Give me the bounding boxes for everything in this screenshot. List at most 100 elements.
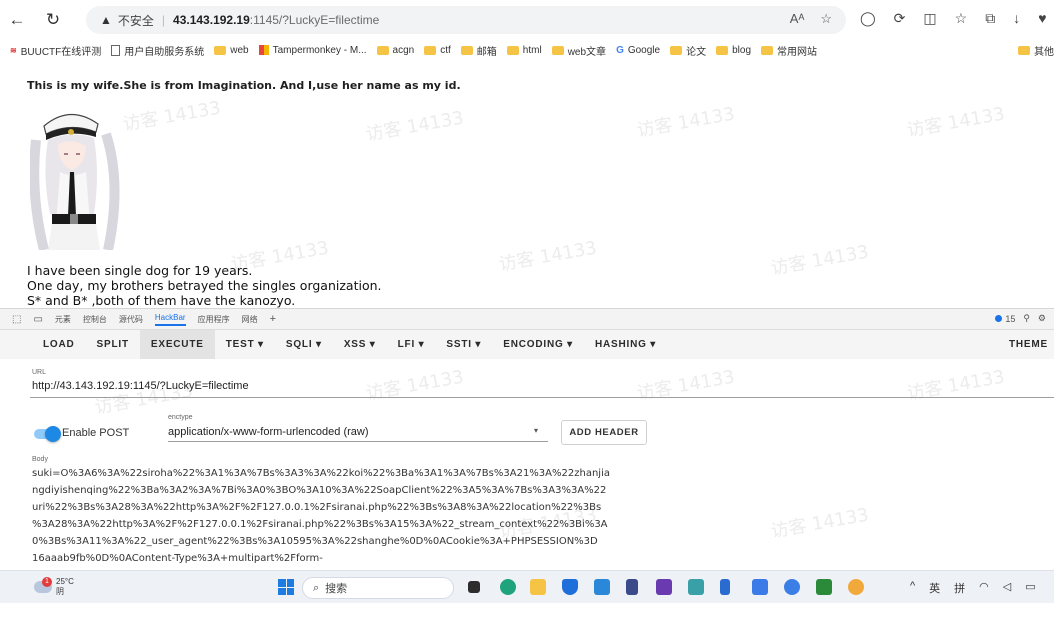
collections-icon[interactable]: ⧉ bbox=[985, 10, 995, 27]
hackbar-split-button[interactable]: SPLIT bbox=[86, 330, 140, 359]
devtools-tab-network[interactable]: 网络 bbox=[242, 314, 258, 325]
taskview-icon[interactable] bbox=[468, 581, 480, 593]
post-body-textarea[interactable]: suki=O%3A6%3A%22siroha%22%3A1%3A%7Bs%3A3… bbox=[32, 465, 610, 567]
bookmark-item[interactable]: blog bbox=[716, 45, 751, 56]
hackbar-panel: 访客 14133 访客 14133 访客 14133 访客 14133 访客 1… bbox=[0, 359, 1054, 570]
settings-icon[interactable]: ⚙ bbox=[1038, 313, 1046, 324]
file-explorer-icon[interactable] bbox=[530, 579, 546, 595]
ime-mode[interactable]: 拼 bbox=[954, 580, 965, 596]
devtools-tab-hackbar[interactable]: HackBar bbox=[154, 313, 186, 326]
watermark: 访客 14133 bbox=[635, 103, 737, 142]
enable-post-toggle[interactable] bbox=[34, 426, 61, 442]
app-icon[interactable] bbox=[784, 579, 800, 595]
hackbar-xss-menu[interactable]: XSS ▾ bbox=[333, 330, 387, 359]
enable-post-label[interactable]: Enable POST bbox=[62, 427, 129, 439]
bookmark-item[interactable]: ≋ BUUCTF在线评测 bbox=[10, 43, 101, 58]
favorites-icon[interactable]: ☆ bbox=[955, 10, 968, 27]
devtools-tab-elements[interactable]: 元素 bbox=[55, 314, 71, 325]
wifi-icon[interactable]: ◠ bbox=[979, 580, 989, 596]
volume-icon[interactable]: ◁ bbox=[1003, 580, 1011, 596]
hackbar-ssti-menu[interactable]: SSTI ▾ bbox=[435, 330, 492, 359]
bookmark-item[interactable]: Tampermonkey - M... bbox=[258, 45, 367, 56]
url-field-label: URL bbox=[32, 369, 47, 376]
folder-icon bbox=[761, 45, 773, 55]
tray-overflow-icon[interactable]: ^ bbox=[910, 580, 915, 596]
bookmark-label: 用户自助服务系统 bbox=[124, 46, 205, 58]
weather-desc: 阴 bbox=[56, 587, 64, 596]
watermark: 访客 14133 bbox=[905, 366, 1007, 405]
customize-icon[interactable]: ⚲ bbox=[1023, 313, 1030, 324]
google-icon: G bbox=[616, 44, 624, 56]
device-icon[interactable]: ▭ bbox=[33, 314, 42, 325]
weather-widget[interactable]: 25°C 阴 bbox=[56, 577, 74, 597]
add-header-button[interactable]: ADD HEADER bbox=[561, 420, 647, 445]
bottom-margin bbox=[0, 603, 1054, 633]
enctype-underline bbox=[168, 441, 548, 442]
app-icon[interactable] bbox=[720, 579, 730, 595]
app-icon[interactable] bbox=[688, 579, 704, 595]
insecure-label[interactable]: 不安全 bbox=[118, 12, 154, 29]
star-icon[interactable]: ☆ bbox=[820, 11, 832, 27]
hackbar-encoding-menu[interactable]: ENCODING ▾ bbox=[492, 330, 584, 359]
extension-icon[interactable]: ◯ bbox=[860, 10, 876, 27]
app-icon[interactable] bbox=[626, 579, 638, 595]
refresh-icon[interactable]: ↻ bbox=[42, 9, 64, 31]
devtools-tab-application[interactable]: 应用程序 bbox=[198, 314, 230, 325]
edge-icon[interactable] bbox=[500, 579, 516, 595]
split-icon[interactable]: ⟳ bbox=[894, 10, 906, 27]
issues-badge[interactable]: 15 bbox=[995, 314, 1015, 324]
bookmark-item[interactable]: acgn bbox=[376, 44, 415, 56]
hackbar-lfi-menu[interactable]: LFI ▾ bbox=[387, 330, 436, 359]
watermark: 访客 14133 bbox=[364, 107, 466, 146]
url-path[interactable]: :1145/?LuckyE=filectime bbox=[250, 13, 380, 27]
bookmark-item[interactable]: web bbox=[214, 45, 249, 56]
battery-icon[interactable]: ▭ bbox=[1025, 580, 1035, 596]
split-screen-icon[interactable]: ◫ bbox=[923, 10, 936, 27]
profile-icon[interactable]: ♥ bbox=[1038, 10, 1046, 27]
app-icon[interactable] bbox=[594, 579, 610, 595]
devtools-right-controls: 15 ⚲ ⚙ bbox=[995, 313, 1046, 324]
enctype-select[interactable]: application/x-www-form-urlencoded (raw) bbox=[168, 426, 369, 438]
add-tab-button[interactable]: + bbox=[270, 313, 276, 325]
taskbar-search-label: 搜索 bbox=[325, 583, 348, 595]
folder-icon bbox=[424, 45, 437, 55]
hackbar-hashing-menu[interactable]: HASHING ▾ bbox=[584, 330, 667, 359]
notepad-icon[interactable] bbox=[752, 579, 768, 595]
app-icon[interactable] bbox=[816, 579, 832, 595]
windows-start-icon[interactable] bbox=[278, 579, 294, 595]
dropdown-arrow-icon[interactable]: ▾ bbox=[534, 426, 538, 435]
bookmark-item[interactable]: 邮箱 bbox=[460, 43, 497, 58]
hackbar-test-menu[interactable]: TEST ▾ bbox=[215, 330, 275, 359]
bookmark-item[interactable]: ctf bbox=[424, 45, 451, 56]
bookmark-label: acgn bbox=[392, 44, 415, 56]
watermark: 访客 14133 bbox=[905, 103, 1007, 142]
bookmark-item[interactable]: 用户自助服务系统 bbox=[111, 43, 204, 58]
app-icon[interactable] bbox=[656, 579, 672, 595]
hackbar-theme-button[interactable]: THEME bbox=[1009, 339, 1048, 350]
hackbar-load-button[interactable]: LOAD bbox=[32, 330, 86, 359]
bookmark-item[interactable]: html bbox=[506, 45, 542, 56]
reader-icon[interactable]: Aᴬ bbox=[790, 11, 805, 27]
security-icon[interactable] bbox=[562, 579, 578, 595]
bookmark-item[interactable]: G Google bbox=[616, 45, 660, 56]
warning-icon[interactable]: ▲ bbox=[100, 13, 112, 27]
devtools-tabbar: ⬚ ▭ 元素 控制台 源代码 HackBar 应用程序 网络 + 15 ⚲ ⚙ bbox=[0, 308, 1054, 330]
bookmark-label: BUUCTF在线评测 bbox=[20, 46, 102, 58]
bookmarks-overflow[interactable]: 其他 bbox=[1018, 43, 1054, 58]
bookmark-item[interactable]: 常用网站 bbox=[761, 43, 817, 58]
url-host[interactable]: 43.143.192.19 bbox=[173, 13, 250, 27]
devtools-tab-sources[interactable]: 源代码 bbox=[119, 314, 143, 325]
hackbar-sqli-menu[interactable]: SQLI ▾ bbox=[275, 330, 333, 359]
app-icon[interactable] bbox=[848, 579, 864, 595]
bookmark-item[interactable]: 论文 bbox=[670, 43, 706, 58]
back-icon[interactable]: ← bbox=[6, 9, 28, 31]
url-input[interactable]: http://43.143.192.19:1145/?LuckyE=filect… bbox=[32, 380, 249, 392]
omnibox[interactable]: ▲ 不安全 | 43.143.192.19:1145/?LuckyE=filec… bbox=[86, 6, 846, 34]
devtools-tab-console[interactable]: 控制台 bbox=[83, 314, 107, 325]
taskbar-search[interactable]: ⌕ 搜索 bbox=[302, 577, 454, 599]
hackbar-execute-button[interactable]: EXECUTE bbox=[139, 330, 215, 359]
inspect-icon[interactable]: ⬚ bbox=[12, 314, 21, 325]
download-icon[interactable]: ↓ bbox=[1013, 10, 1020, 27]
bookmark-item[interactable]: web文章 bbox=[551, 43, 606, 58]
ime-language[interactable]: 英 bbox=[929, 580, 940, 596]
